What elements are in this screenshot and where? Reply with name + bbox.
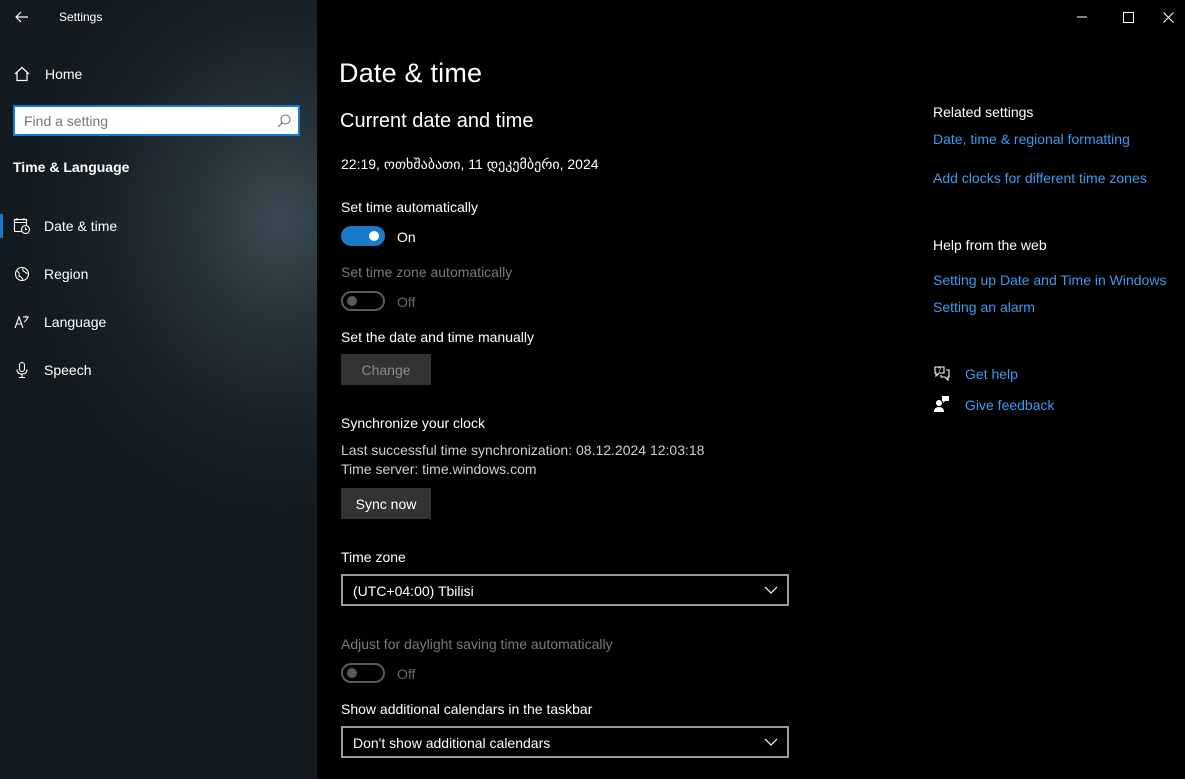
sidebar-item-label: Speech	[44, 362, 92, 378]
add-clocks-link[interactable]: Add clocks for different time zones	[933, 170, 1147, 186]
time-server-text: Time server: time.windows.com	[341, 461, 537, 477]
set-timezone-auto-toggle[interactable]	[341, 291, 385, 311]
calendars-label: Show additional calendars in the taskbar	[341, 701, 593, 717]
sync-heading: Synchronize your clock	[341, 415, 485, 431]
setup-date-time-link[interactable]: Setting up Date and Time in Windows	[933, 272, 1166, 288]
chevron-down-icon	[764, 738, 778, 746]
search-box[interactable]	[13, 105, 300, 136]
chat-help-icon: ?	[934, 366, 950, 382]
sidebar-item-speech[interactable]: Speech	[0, 350, 317, 390]
calendars-value: Don't show additional calendars	[353, 735, 551, 751]
set-time-auto-label: Set time automatically	[341, 199, 478, 215]
sidebar-item-home[interactable]: Home	[0, 58, 317, 90]
last-sync-text: Last successful time synchronization: 08…	[341, 442, 705, 458]
set-time-auto-toggle[interactable]	[341, 226, 385, 246]
sidebar-item-date-time[interactable]: Date & time	[0, 206, 317, 246]
calendar-clock-icon	[13, 218, 31, 235]
timezone-value: (UTC+04:00) Tbilisi	[353, 583, 474, 599]
setting-alarm-link[interactable]: Setting an alarm	[933, 299, 1035, 315]
close-icon	[1162, 11, 1174, 23]
timezone-select[interactable]: (UTC+04:00) Tbilisi	[341, 574, 789, 606]
minimize-icon	[1077, 16, 1087, 18]
section-title: Time & Language	[13, 159, 130, 175]
get-help-link[interactable]: ? Get help	[933, 364, 1053, 384]
sidebar-item-label: Date & time	[44, 218, 118, 234]
set-timezone-auto-state: Off	[397, 294, 416, 310]
current-date-heading: Current date and time	[340, 110, 534, 132]
back-arrow-icon	[15, 11, 28, 23]
svg-text:?: ?	[938, 367, 941, 374]
app-title: Settings	[59, 10, 103, 24]
feedback-person-icon	[934, 396, 949, 412]
get-help-label: Get help	[965, 366, 1018, 382]
sidebar-item-label: Language	[44, 314, 107, 330]
toggle-knob	[347, 296, 357, 306]
maximize-icon	[1122, 11, 1134, 23]
back-button[interactable]	[8, 3, 36, 31]
regional-formatting-link[interactable]: Date, time & regional formatting	[933, 131, 1130, 147]
close-button[interactable]	[1151, 0, 1185, 34]
minimize-button[interactable]	[1059, 0, 1105, 34]
microphone-icon	[16, 361, 28, 379]
sidebar: Settings Home Time & Language Date & tim…	[0, 0, 317, 779]
set-timezone-auto-label: Set time zone automatically	[341, 264, 513, 280]
home-icon	[14, 66, 30, 82]
sync-now-button[interactable]: Sync now	[341, 488, 431, 519]
manual-time-label: Set the date and time manually	[341, 329, 535, 345]
chevron-down-icon	[764, 586, 778, 594]
help-web-title: Help from the web	[933, 237, 1047, 253]
dst-label: Adjust for daylight saving time automati…	[341, 636, 613, 652]
give-feedback-label: Give feedback	[965, 397, 1055, 413]
sidebar-item-label: Region	[44, 266, 89, 282]
sidebar-item-region[interactable]: Region	[0, 254, 317, 294]
current-datetime: 22:19, ოთხშაბათი, 11 დეკემბერი, 2024	[341, 156, 599, 172]
give-feedback-link[interactable]: Give feedback	[933, 395, 1073, 415]
related-settings-title: Related settings	[933, 104, 1034, 120]
page-title: Date & time	[339, 58, 483, 88]
change-button[interactable]: Change	[341, 354, 431, 385]
calendars-select[interactable]: Don't show additional calendars	[341, 726, 789, 758]
titlebar-left: Settings	[0, 0, 317, 34]
dst-state: Off	[397, 666, 416, 682]
toggle-knob	[369, 231, 379, 241]
maximize-button[interactable]	[1105, 0, 1151, 34]
dst-toggle[interactable]	[341, 663, 385, 683]
globe-icon	[14, 266, 30, 282]
search-icon[interactable]	[276, 113, 292, 129]
timezone-label: Time zone	[341, 549, 406, 565]
toggle-knob	[347, 668, 357, 678]
search-input[interactable]	[15, 107, 270, 134]
language-icon	[14, 315, 29, 329]
sidebar-item-label: Home	[45, 66, 83, 82]
set-time-auto-state: On	[397, 229, 416, 245]
sidebar-item-language[interactable]: Language	[0, 302, 317, 342]
active-indicator	[0, 214, 3, 238]
